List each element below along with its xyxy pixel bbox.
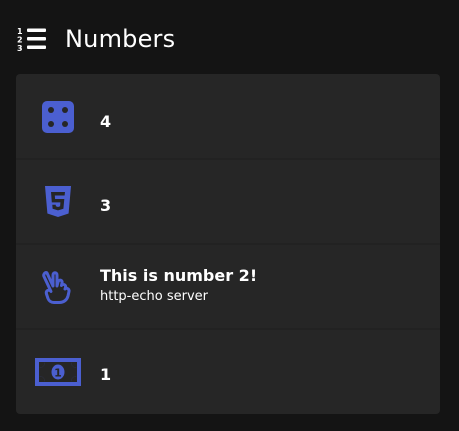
item-title: This is number 2! [100,266,258,285]
money-bill-icon: 1 [32,352,84,392]
page-header: 1 2 3 Numbers [17,24,175,54]
svg-text:3: 3 [17,44,23,52]
item-subtitle: http-echo server [100,289,208,304]
numbers-list: 4 3 This is number 2! http-echo server 1… [16,74,440,414]
list-item[interactable]: 3 [16,159,440,244]
list-item[interactable]: 4 [16,74,440,159]
page-title: Numbers [65,25,176,53]
item-value: 1 [100,365,112,384]
hand-peace-icon [32,267,84,307]
svg-text:1: 1 [54,366,62,379]
html5-icon [32,182,84,222]
list-item[interactable]: 1 1 [16,329,440,414]
list-ol-icon: 1 2 3 [17,27,46,52]
list-item[interactable]: This is number 2! http-echo server [16,244,440,329]
dice-four-icon [32,97,84,137]
item-value: 4 [100,112,112,131]
item-value: 3 [100,196,112,215]
